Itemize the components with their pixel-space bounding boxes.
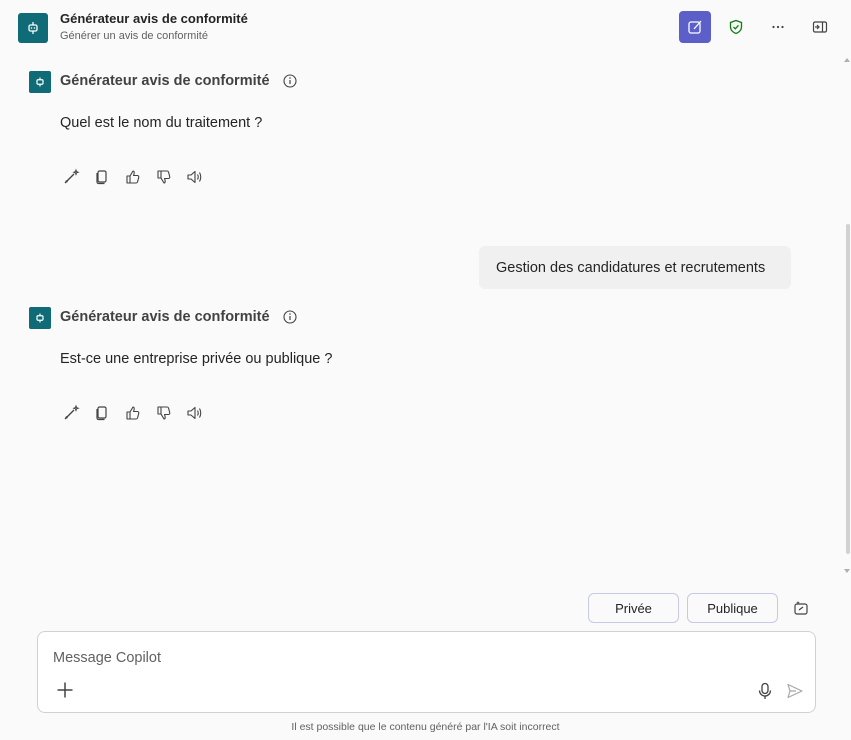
header-subtitle: Générer un avis de conformité (60, 30, 208, 42)
bot-message: Générateur avis de conformité Est-ce une… (29, 307, 729, 437)
bot-message-text: Est-ce une entreprise privée ou publique… (60, 351, 333, 367)
message-actions (60, 166, 206, 188)
thumbs-down-icon[interactable] (153, 402, 175, 424)
scroll-down-icon[interactable] (844, 569, 850, 573)
message-composer (37, 631, 816, 713)
edit-sparkle-icon[interactable] (60, 402, 82, 424)
prompt-suggestions-icon[interactable] (790, 597, 812, 619)
send-icon (787, 683, 803, 699)
bot-sender-name: Générateur avis de conformité (60, 309, 270, 325)
copy-icon[interactable] (91, 166, 113, 188)
scroll-up-icon[interactable] (844, 58, 850, 62)
thumbs-down-icon[interactable] (153, 166, 175, 188)
user-message: Gestion des candidatures et recrutements (479, 246, 791, 289)
info-icon[interactable] (282, 309, 298, 330)
side-panel-icon (812, 21, 828, 33)
bot-sender-name: Générateur avis de conformité (60, 73, 270, 89)
side-panel-button[interactable] (804, 11, 836, 43)
bot-logo-icon (18, 13, 48, 43)
header-title: Générateur avis de conformité (60, 11, 248, 26)
thumbs-up-icon[interactable] (122, 402, 144, 424)
scroll-thumb[interactable] (846, 224, 850, 554)
shield-check-icon (729, 19, 743, 35)
send-button[interactable] (784, 680, 806, 702)
message-input[interactable] (53, 646, 753, 670)
new-chat-icon (688, 20, 702, 34)
more-options-button[interactable] (762, 11, 794, 43)
thumbs-up-icon[interactable] (122, 166, 144, 188)
bot-avatar-icon (29, 307, 51, 329)
microphone-button[interactable] (754, 680, 776, 702)
chat-header: Générateur avis de conformité Générer un… (0, 0, 851, 56)
info-icon[interactable] (282, 73, 298, 94)
suggestion-publique-button[interactable]: Publique (687, 593, 778, 623)
copy-icon[interactable] (91, 402, 113, 424)
speaker-icon[interactable] (184, 402, 206, 424)
shield-button[interactable] (720, 11, 752, 43)
bot-avatar-icon (29, 71, 51, 93)
more-icon (772, 25, 784, 29)
add-attachment-button[interactable] (54, 679, 76, 701)
edit-sparkle-icon[interactable] (60, 166, 82, 188)
new-chat-button[interactable] (679, 11, 711, 43)
message-actions (60, 402, 206, 424)
suggestion-privee-button[interactable]: Privée (588, 593, 679, 623)
bot-message: Générateur avis de conformité Quel est l… (29, 71, 729, 201)
microphone-icon (758, 682, 772, 699)
ai-disclaimer: Il est possible que le contenu généré pa… (291, 721, 560, 733)
plus-icon (57, 682, 73, 698)
bot-message-text: Quel est le nom du traitement ? (60, 115, 263, 131)
speaker-icon[interactable] (184, 166, 206, 188)
